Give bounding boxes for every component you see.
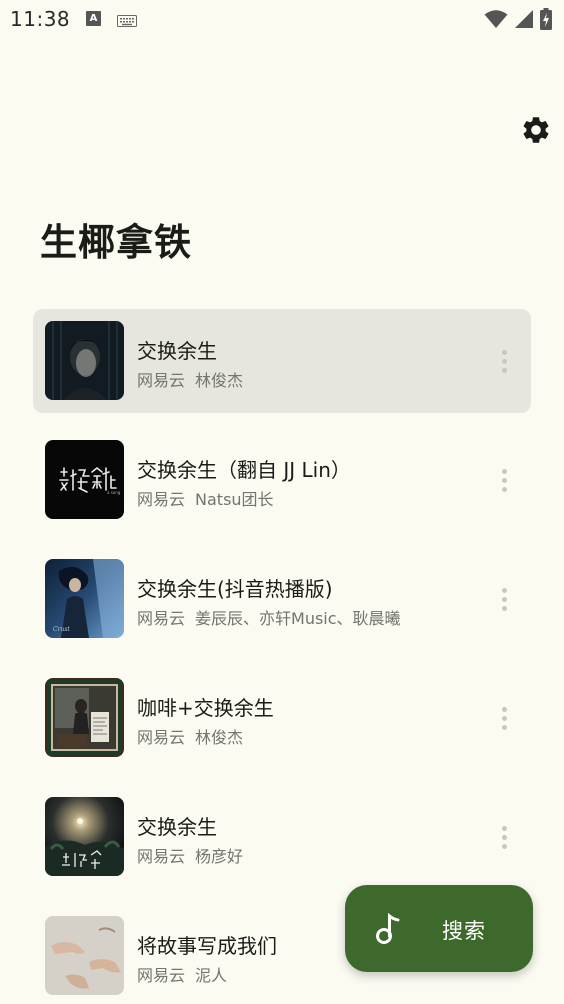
song-artist: 泥人: [195, 966, 228, 985]
song-item[interactable]: Crust 交换余生(抖音热播版) 网易云 姜辰辰、亦轩Music、耿晨曦: [33, 547, 531, 651]
music-note-icon: [375, 912, 403, 949]
song-item[interactable]: 咖啡+交换余生 网易云 林俊杰: [33, 666, 531, 770]
status-time: 11:38: [10, 7, 71, 31]
search-fab-label: 搜索: [442, 919, 486, 943]
battery-charging-icon: [540, 8, 552, 34]
song-title: 交换余生(抖音热播版): [137, 577, 333, 601]
album-cover: Crust: [45, 559, 124, 638]
song-title: 咖啡+交换余生: [137, 696, 274, 720]
more-options-button[interactable]: [492, 345, 516, 377]
album-cover: [45, 797, 124, 876]
more-vert-icon: [501, 706, 507, 712]
song-item[interactable]: a song 交换余生（翻自 JJ Lin） 网易云 Natsu团长: [33, 428, 531, 532]
song-item[interactable]: 交换余生 网易云 林俊杰: [33, 309, 531, 413]
more-options-button[interactable]: [492, 821, 516, 853]
more-options-button[interactable]: [492, 702, 516, 734]
song-source: 网易云: [137, 966, 186, 985]
more-vert-icon: [501, 349, 507, 355]
song-artist: 林俊杰: [195, 728, 244, 747]
album-cover: [45, 916, 124, 995]
song-meta: 网易云 林俊杰: [137, 367, 243, 391]
wifi-icon: [484, 9, 508, 33]
more-vert-icon: [501, 468, 507, 474]
svg-text:Crust: Crust: [53, 626, 70, 633]
song-source: 网易云: [137, 490, 186, 509]
a-notification-icon: A: [86, 11, 101, 26]
status-icons: [484, 8, 552, 34]
song-meta: 网易云 Natsu团长: [137, 486, 274, 510]
song-title: 交换余生: [137, 339, 217, 363]
svg-text:a song: a song: [107, 490, 121, 495]
song-source: 网易云: [137, 728, 186, 747]
song-item[interactable]: 交换余生 网易云 杨彦好: [33, 785, 531, 889]
gear-icon: [520, 114, 552, 150]
settings-button[interactable]: [516, 112, 556, 152]
more-vert-icon: [501, 825, 507, 831]
song-source: 网易云: [137, 609, 186, 628]
song-source: 网易云: [137, 371, 186, 390]
song-meta: 网易云 姜辰辰、亦轩Music、耿晨曦: [137, 605, 401, 629]
more-options-button[interactable]: [492, 583, 516, 615]
song-artist: 林俊杰: [195, 371, 244, 390]
song-meta: 网易云 泥人: [137, 962, 227, 986]
search-fab-button[interactable]: 搜索: [345, 885, 533, 972]
song-meta: 网易云 林俊杰: [137, 724, 243, 748]
song-artist: Natsu团长: [195, 490, 274, 509]
screen: 11:38 A 生椰拿铁 交换余生 网易云 林俊杰 a song 交换余生（翻自…: [0, 0, 564, 1004]
song-title: 将故事写成我们: [137, 934, 277, 958]
signal-icon: [514, 9, 534, 33]
song-meta: 网易云 杨彦好: [137, 843, 243, 867]
page-title: 生椰拿铁: [40, 221, 192, 264]
album-cover: a song: [45, 440, 124, 519]
album-cover: [45, 678, 124, 757]
status-bar: 11:38 A: [0, 0, 564, 38]
more-vert-icon: [501, 587, 507, 593]
song-artist: 姜辰辰、亦轩Music、耿晨曦: [195, 609, 401, 628]
song-title: 交换余生: [137, 815, 217, 839]
song-artist: 杨彦好: [195, 847, 244, 866]
keyboard-icon: [117, 12, 137, 31]
song-title: 交换余生（翻自 JJ Lin）: [137, 458, 351, 482]
more-options-button[interactable]: [492, 464, 516, 496]
song-source: 网易云: [137, 847, 186, 866]
album-cover: [45, 321, 124, 400]
